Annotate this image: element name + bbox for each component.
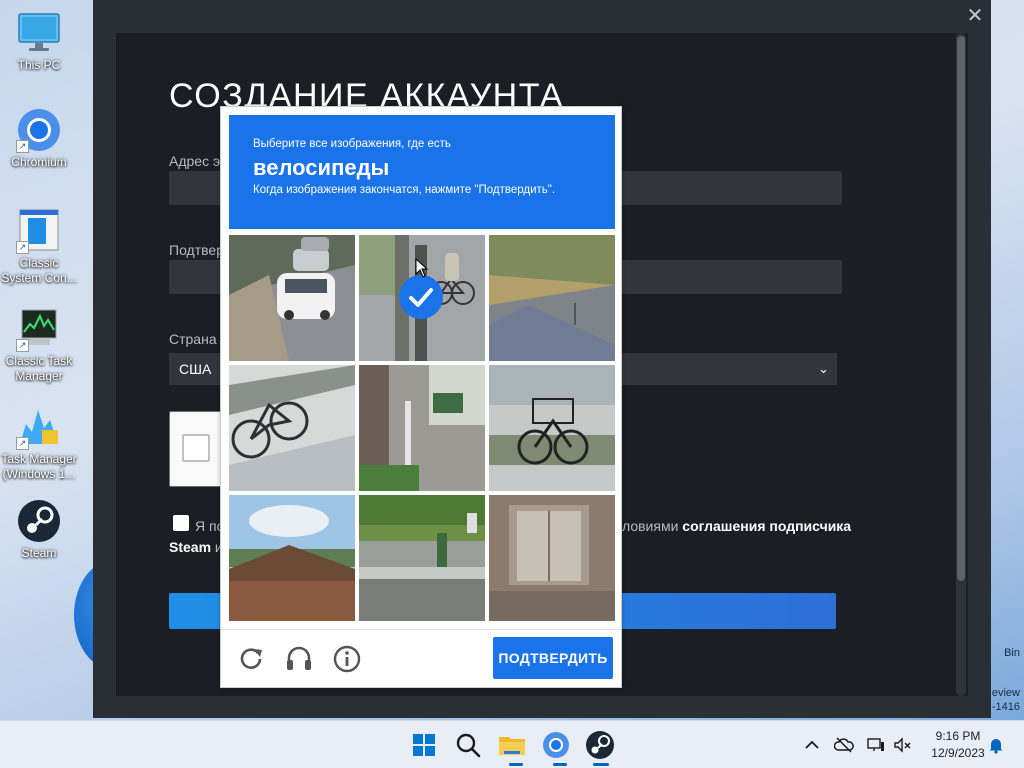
- recaptcha-header: Выберите все изображения, где есть велос…: [229, 115, 615, 229]
- mouse-cursor-icon: [415, 257, 429, 278]
- desktop-icon-classic-task-manager[interactable]: ↗ Classic Task Manager: [0, 306, 78, 384]
- agree-text-line2: Steam и: [169, 539, 223, 555]
- desktop-icon-label: This PC: [17, 58, 61, 72]
- shortcut-arrow-icon: ↗: [16, 339, 29, 352]
- recaptcha-image-grid: [229, 235, 615, 621]
- chromium-icon: ↗: [16, 107, 62, 153]
- network-icon[interactable]: [866, 735, 886, 755]
- chevron-down-icon: ⌄: [818, 361, 829, 376]
- desktop-icon-steam[interactable]: Steam: [0, 498, 78, 561]
- audio-challenge-icon[interactable]: [284, 644, 314, 674]
- country-value: США: [179, 361, 212, 377]
- recaptcha-tile-6[interactable]: [489, 365, 615, 491]
- start-icon[interactable]: [408, 729, 440, 761]
- shortcut-arrow-icon: ↗: [16, 437, 29, 450]
- shortcut-arrow-icon: ↗: [16, 241, 29, 254]
- subscriber-agreement-link[interactable]: соглашения подписчика: [682, 518, 851, 534]
- desktop-icon-classic-system-control[interactable]: ↗ Classic System Con...: [0, 208, 78, 286]
- chevron-up-icon[interactable]: [802, 735, 822, 755]
- recaptcha-tile-3[interactable]: [489, 235, 615, 361]
- recaptcha-challenge: Выберите все изображения, где есть велос…: [220, 106, 622, 688]
- desktop-icon-this-pc[interactable]: This PC: [0, 10, 78, 73]
- agree-checkbox[interactable]: [173, 515, 189, 531]
- country-label: Страна: [169, 331, 217, 347]
- desktop-icon-label: Classic System Con...: [1, 256, 77, 285]
- chromium-taskbar-icon[interactable]: [540, 729, 572, 761]
- desktop-icon-task-manager-windows[interactable]: ↗ Task Manager (Windows 1...: [0, 404, 78, 482]
- file-explorer-icon[interactable]: [496, 729, 528, 761]
- scrollbar-thumb[interactable]: [957, 36, 965, 581]
- recaptcha-instruction: Выберите все изображения, где есть: [253, 138, 451, 150]
- desktop-icon-label: Task Manager (Windows 1...: [1, 452, 77, 481]
- steam-icon: [16, 498, 62, 544]
- recaptcha-tile-4[interactable]: [229, 365, 355, 491]
- notification-bell-icon[interactable]: [986, 735, 1006, 755]
- desktop-icon-label: Chromium: [11, 155, 67, 169]
- taskbar: 9:16 PM 12/9/2023: [0, 720, 1024, 768]
- steam-taskbar-icon[interactable]: [584, 729, 616, 761]
- desktop-icon-chromium[interactable]: ↗ Chromium: [0, 107, 78, 170]
- desktop-icon-label: Classic Task Manager: [5, 354, 73, 383]
- control-panel-icon: ↗: [16, 208, 62, 254]
- desktop-icon-label-recycle-bin: Bin: [1004, 647, 1020, 659]
- agree-text-end: ловиями соглашения подписчика: [622, 518, 851, 534]
- active-app-indicator: [553, 763, 567, 766]
- this-pc-icon: [16, 10, 62, 56]
- selected-check-icon: [399, 275, 443, 319]
- task-manager-icon: ↗: [16, 306, 62, 352]
- shortcut-arrow-icon: ↗: [16, 140, 29, 153]
- recaptcha-tile-5[interactable]: [359, 365, 485, 491]
- recaptcha-tile-8[interactable]: [359, 495, 485, 621]
- recaptcha-tile-1[interactable]: [229, 235, 355, 361]
- agree-text-prefix: ловиями: [622, 518, 683, 534]
- recaptcha-tile-2[interactable]: [359, 235, 485, 361]
- active-app-indicator: [509, 763, 523, 766]
- search-icon[interactable]: [452, 729, 484, 761]
- steam-link[interactable]: Steam: [169, 539, 211, 555]
- recaptcha-checkbox[interactable]: [182, 434, 210, 462]
- confirm-email-label: Подтвер: [169, 242, 224, 258]
- task-manager-graph-icon: ↗: [16, 404, 62, 450]
- onedrive-offline-icon[interactable]: [833, 735, 854, 755]
- recaptcha-tile-9[interactable]: [489, 495, 615, 621]
- scrollbar[interactable]: [956, 33, 966, 696]
- email-label: Адрес э: [169, 153, 221, 169]
- recaptcha-footer-divider: [221, 629, 621, 630]
- desktop-icon-label: Steam: [21, 546, 57, 560]
- recaptcha-target: велосипеды: [253, 155, 390, 180]
- desktop-watermark-build: -1416: [991, 701, 1020, 713]
- active-app-indicator: [593, 763, 609, 766]
- reload-icon[interactable]: [236, 644, 266, 674]
- recaptcha-tile-7[interactable]: [229, 495, 355, 621]
- speaker-muted-icon[interactable]: [892, 735, 912, 755]
- desktop-watermark-line: eview: [991, 687, 1020, 699]
- recaptcha-hint: Когда изображения закончатся, нажмите "П…: [253, 184, 556, 196]
- verify-button[interactable]: ПОДТВЕРДИТЬ: [493, 637, 613, 679]
- info-icon[interactable]: [332, 644, 362, 674]
- close-icon[interactable]: ✕: [965, 4, 985, 28]
